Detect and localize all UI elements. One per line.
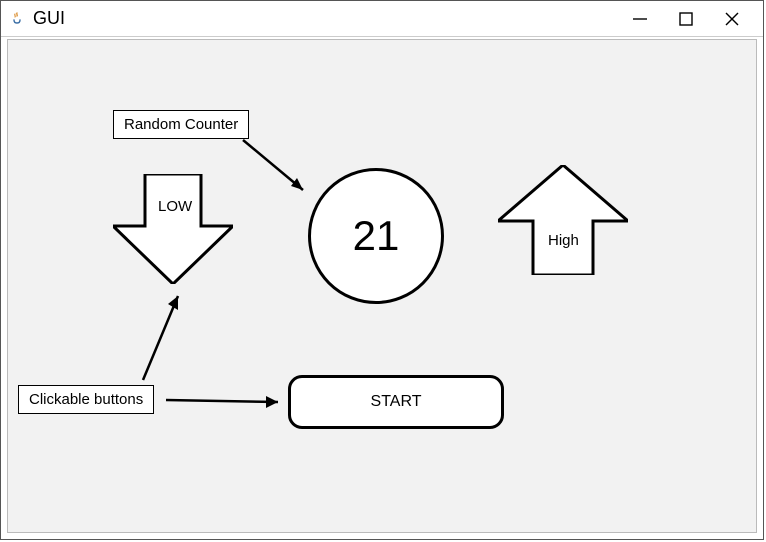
maximize-button[interactable] (663, 5, 709, 33)
close-button[interactable] (709, 5, 755, 33)
window-title: GUI (33, 8, 617, 29)
minimize-button[interactable] (617, 5, 663, 33)
counter-display: 21 (308, 168, 444, 304)
high-button[interactable] (498, 165, 628, 280)
java-icon (9, 11, 25, 27)
content-panel: Random Counter Clickable buttons LOW Hig… (7, 39, 757, 533)
app-window: GUI Random Counter Clickable buttons LOW (0, 0, 764, 540)
label-clickable-buttons: Clickable buttons (18, 385, 154, 414)
label-random-counter: Random Counter (113, 110, 249, 139)
title-bar: GUI (1, 1, 763, 37)
low-button[interactable] (113, 174, 233, 289)
start-button[interactable]: START (288, 375, 504, 429)
